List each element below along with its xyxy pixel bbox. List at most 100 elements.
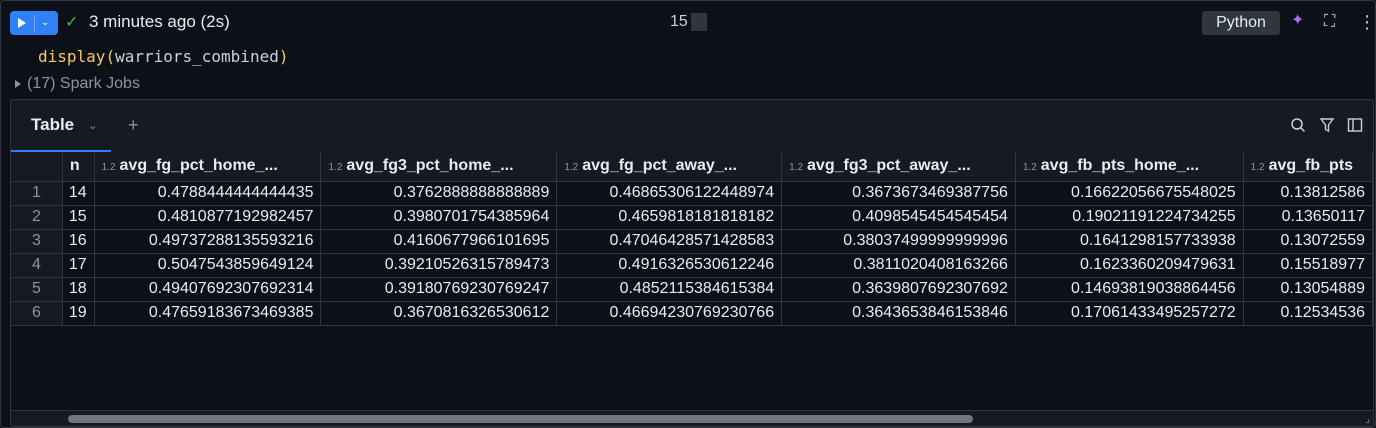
column-header-n[interactable]: n [62, 152, 95, 182]
spark-jobs-toggle[interactable]: (17) Spark Jobs [15, 75, 140, 93]
column-header[interactable]: 1.2 avg_fg_pct_home_... [94, 152, 322, 182]
decimal-type-icon: 1.2 [101, 162, 116, 174]
resize-handle-icon[interactable]: ⌟ [1365, 414, 1370, 425]
tab-table-label: Table [31, 115, 75, 134]
decimal-type-icon: 1.2 [564, 162, 579, 174]
column-header[interactable]: 1.2 avg_fb_pts_home_... [1015, 152, 1244, 182]
code-function: display [38, 47, 106, 66]
table-cell[interactable]: 0.15518977 [1243, 253, 1373, 278]
row-index: 5 [11, 277, 63, 302]
table-cell[interactable]: 0.39210526315789473 [320, 253, 558, 278]
decimal-type-icon: 1.2 [789, 162, 804, 174]
table-cell[interactable]: 0.3811020408163266 [781, 253, 1016, 278]
table-cell[interactable]: 0.5047543859649124 [94, 253, 322, 278]
table-cell[interactable]: 0.14693819038864456 [1015, 277, 1244, 302]
table-cell[interactable]: 0.46694230769230766 [556, 301, 783, 326]
scrollbar-thumb[interactable] [68, 415, 973, 423]
run-status: 3 minutes ago (2s) [89, 12, 230, 31]
table-cell[interactable]: 19 [62, 301, 95, 326]
expand-icon[interactable]: ⛶ [1324, 14, 1335, 30]
table-cell[interactable]: 0.38037499999999996 [781, 229, 1016, 254]
table-row[interactable]: 5 18 0.49407692307692314 0.3918076923076… [11, 277, 1373, 302]
cell-toolbar: ⌄ ✓ 3 minutes ago (2s) 15 Python ✦ ⛶ ⋮ [1, 1, 1376, 43]
table-cell[interactable]: 0.49737288135593216 [94, 229, 322, 254]
table-cell[interactable]: 0.3980701754385964 [320, 205, 558, 230]
column-header-label: avg_fg3_pct_home_... [346, 157, 514, 175]
decimal-type-icon: 1.2 [328, 162, 343, 174]
column-header[interactable]: 1.2 avg_fb_pts [1243, 152, 1373, 182]
tab-table[interactable]: Table ⌄ [11, 100, 111, 152]
column-header[interactable]: 1.2 avg_fg_pct_away_... [556, 152, 783, 182]
column-header[interactable]: 1.2 avg_fg3_pct_home_... [320, 152, 558, 182]
table-cell[interactable]: 0.16622056675548025 [1015, 181, 1244, 206]
more-vertical-icon[interactable]: ⋮ [1358, 13, 1376, 31]
sparkle-icon[interactable]: ✦ [1291, 13, 1304, 29]
run-button-divider [34, 15, 35, 31]
table-cell[interactable]: 0.4852115384615384 [556, 277, 783, 302]
table-cell[interactable]: 0.4160677966101695 [320, 229, 558, 254]
code-close-paren: ) [278, 47, 289, 66]
table-cell[interactable]: 0.12534536 [1243, 301, 1373, 326]
row-index: 1 [11, 181, 63, 206]
code-editor[interactable]: display(warriors_combined) [38, 47, 288, 66]
table-cell[interactable]: 0.3670816326530612 [320, 301, 558, 326]
results-table: n 1.2 avg_fg_pct_home_... 1.2 avg_fg3_pct_… [11, 152, 1373, 326]
check-icon: ✓ [65, 14, 79, 31]
table-cell[interactable]: 0.46865306122448974 [556, 181, 783, 206]
notebook-cell: ⌄ ✓ 3 minutes ago (2s) 15 Python ✦ ⛶ ⋮ d… [0, 0, 1376, 428]
add-tab-button[interactable]: + [128, 115, 139, 136]
data-table: n 1.2 avg_fg_pct_home_... 1.2 avg_fg3_pct_… [11, 152, 1373, 410]
table-cell[interactable]: 18 [62, 277, 95, 302]
play-icon[interactable] [18, 18, 26, 28]
table-header-row: n 1.2 avg_fg_pct_home_... 1.2 avg_fg3_pct_… [11, 152, 1373, 182]
cursor-block [691, 13, 707, 31]
chevron-down-icon[interactable]: ⌄ [41, 18, 49, 28]
table-cell[interactable]: 0.3643653846153846 [781, 301, 1016, 326]
table-cell[interactable]: 0.4916326530612246 [556, 253, 783, 278]
table-cell[interactable]: 0.13812586 [1243, 181, 1373, 206]
table-row[interactable]: 3 16 0.49737288135593216 0.4160677966101… [11, 229, 1373, 254]
table-cell[interactable]: 0.1641298157733938 [1015, 229, 1244, 254]
table-cell[interactable]: 0.4098545454545454 [781, 205, 1016, 230]
table-cell[interactable]: 0.3762888888888889 [320, 181, 558, 206]
decimal-type-icon: 1.2 [1250, 162, 1265, 174]
table-cell[interactable]: 0.4810877192982457 [94, 205, 322, 230]
table-cell[interactable]: 15 [62, 205, 95, 230]
language-badge[interactable]: Python [1202, 11, 1280, 35]
horizontal-scrollbar[interactable]: ⌟ [11, 410, 1373, 426]
table-row[interactable]: 1 14 0.4788444444444435 0.37628888888888… [11, 181, 1373, 206]
output-panel: Table ⌄ + n 1.2 avg_fg_pct_home_... 1.2 … [10, 99, 1374, 427]
table-cell[interactable]: 0.13650117 [1243, 205, 1373, 230]
table-cell[interactable]: 0.13054889 [1243, 277, 1373, 302]
column-header-label: n [69, 157, 80, 175]
row-index: 3 [11, 229, 63, 254]
column-header[interactable]: 1.2 avg_fg3_pct_away_... [781, 152, 1016, 182]
table-cell[interactable]: 0.3639807692307692 [781, 277, 1016, 302]
table-cell[interactable]: 0.39180769230769247 [320, 277, 558, 302]
table-cell[interactable]: 0.1623360209479631 [1015, 253, 1244, 278]
run-button[interactable]: ⌄ [10, 11, 58, 35]
table-cell[interactable]: 14 [62, 181, 95, 206]
row-index-header [11, 152, 63, 182]
table-cell[interactable]: 0.19021191224734255 [1015, 205, 1244, 230]
table-cell[interactable]: 0.17061433495257272 [1015, 301, 1244, 326]
caret-right-icon[interactable] [15, 79, 21, 88]
filter-icon[interactable] [1319, 117, 1335, 133]
table-cell[interactable]: 0.47046428571428583 [556, 229, 783, 254]
table-cell[interactable]: 0.4659818181818182 [556, 205, 783, 230]
search-icon[interactable] [1290, 117, 1306, 133]
table-row[interactable]: 2 15 0.4810877192982457 0.39807017543859… [11, 205, 1373, 230]
table-cell[interactable]: 0.13072559 [1243, 229, 1373, 254]
table-cell[interactable]: 16 [62, 229, 95, 254]
column-header-label: avg_fg_pct_home_... [119, 157, 278, 175]
table-cell[interactable]: 0.3673673469387756 [781, 181, 1016, 206]
table-row[interactable]: 4 17 0.5047543859649124 0.39210526315789… [11, 253, 1373, 278]
table-row[interactable]: 6 19 0.47659183673469385 0.3670816326530… [11, 301, 1373, 326]
table-cell[interactable]: 0.49407692307692314 [94, 277, 322, 302]
table-cell[interactable]: 17 [62, 253, 95, 278]
table-cell[interactable]: 0.47659183673469385 [94, 301, 322, 326]
code-argument: warriors_combined [115, 47, 279, 66]
chevron-down-icon[interactable]: ⌄ [88, 119, 97, 132]
panel-icon[interactable] [1347, 117, 1363, 133]
table-cell[interactable]: 0.4788444444444435 [94, 181, 322, 206]
